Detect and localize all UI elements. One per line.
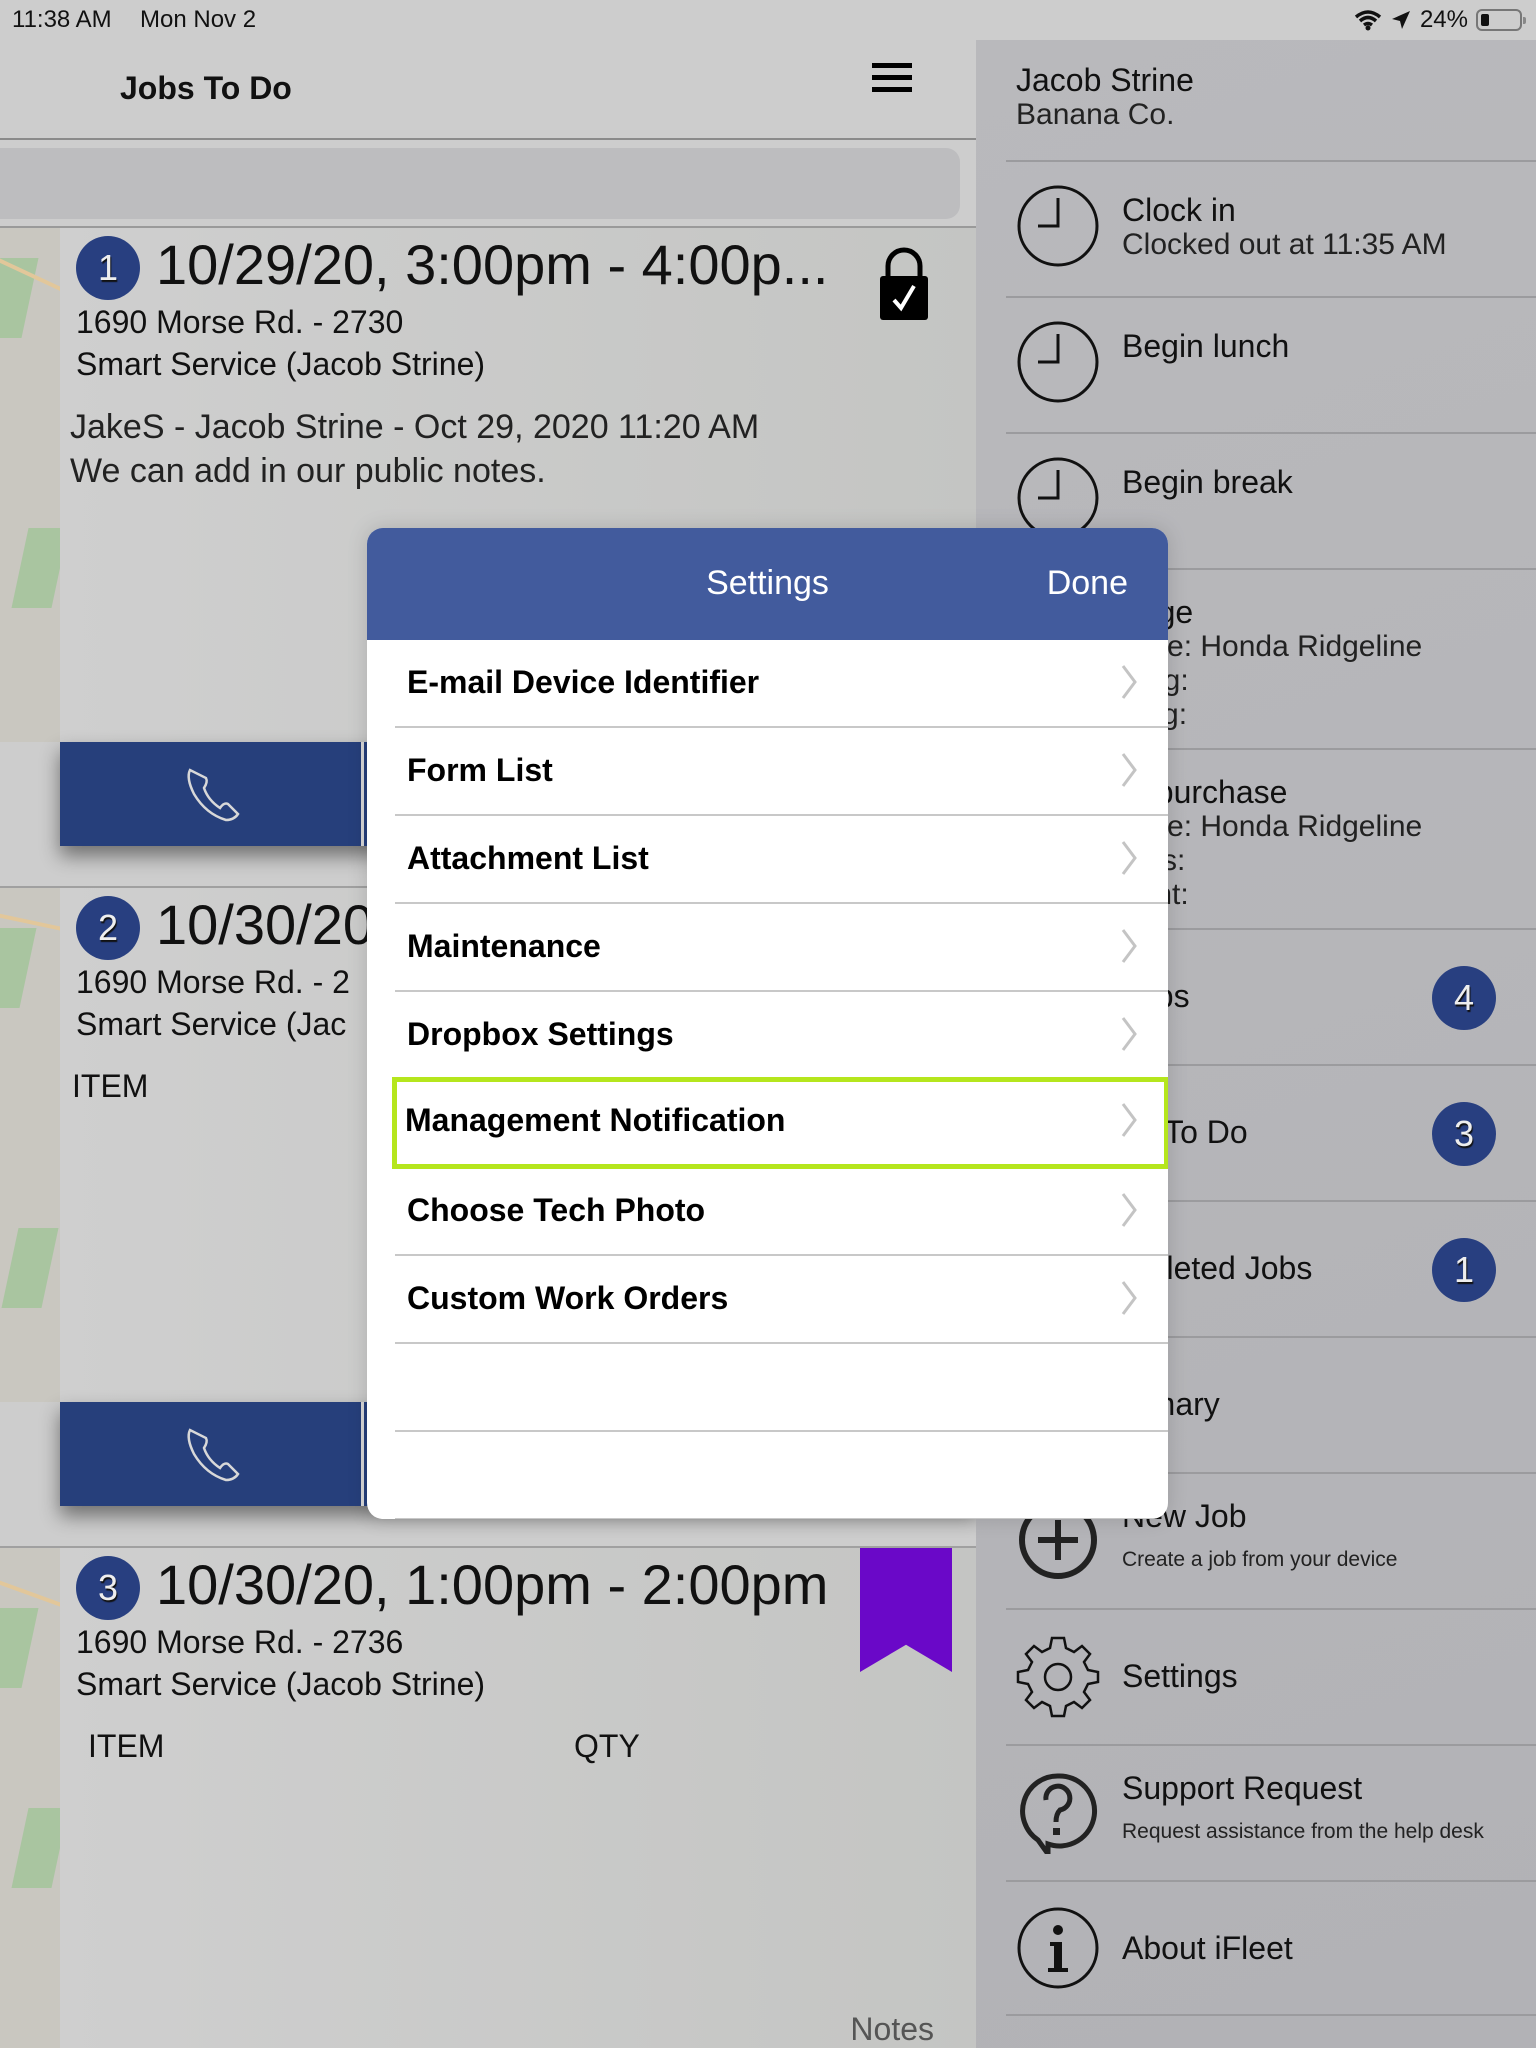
job-technician: Smart Service (Jac [76,1006,347,1042]
sidebar-item-begin-lunch[interactable]: Begin lunch [1006,296,1536,432]
settings-item-label: Dropbox Settings [407,1016,674,1052]
hamburger-icon[interactable] [872,56,912,96]
settings-item-label: Management Notification [405,1102,786,1138]
settings-item-empty [395,1432,1168,1519]
sidebar-item-subtitle: Clocked out at 11:35 AM [1122,228,1447,261]
count-badge: 4 [1432,966,1496,1030]
job-time: 10/29/20, 3:00pm - 4:00p... [156,233,829,296]
job-number-badge: 3 [76,1556,140,1620]
settings-item-label: Custom Work Orders [407,1280,729,1316]
chevron-right-icon [1121,665,1137,699]
settings-item-label: Form List [407,752,553,788]
call-button[interactable] [60,742,364,846]
settings-item-label: Maintenance [407,928,601,964]
battery-icon [1476,9,1526,31]
clock-icon [1017,185,1099,267]
phone-icon [187,768,240,822]
chevron-right-icon [1121,841,1137,875]
sidebar-item-label: Clock in [1122,192,1236,228]
bookmark-icon [860,1548,952,1672]
chevron-right-icon [1121,1281,1137,1315]
count-badge: 3 [1432,1102,1496,1166]
chevron-right-icon [1121,929,1137,963]
settings-item-label: Attachment List [407,840,649,876]
map-thumbnail [0,888,60,1402]
job-technician: Smart Service (Jacob Strine) [76,346,486,382]
chevron-right-icon [1121,1103,1137,1137]
sidebar-item-label: Support Request [1122,1770,1363,1806]
settings-modal: Settings Done E-mail Device Identifier Fo… [367,528,1168,1519]
job-number-badge: 2 [76,896,140,960]
done-button[interactable]: Done [1047,564,1128,603]
job-card[interactable]: 3 10/30/20, 1:00pm - 2:00pm 1690 Morse R… [0,1548,976,2048]
settings-item-form-list[interactable]: Form List [395,728,1168,816]
status-date: Mon Nov 2 [140,6,257,33]
wifi-icon [1354,10,1382,31]
qty-column-header: QTY [574,1728,640,1764]
job-note-header: JakeS - Jacob Strine - Oct 29, 2020 11:2… [70,408,760,446]
notes-label[interactable]: Notes [850,2011,934,2048]
job-address: 1690 Morse Rd. - 2 [76,964,350,1000]
battery-percent: 24% [1419,6,1468,33]
settings-item-attachment-list[interactable]: Attachment List [395,816,1168,904]
job-address: 1690 Morse Rd. - 2730 [76,304,404,340]
settings-item-management-notification[interactable]: Management Notification [392,1077,1168,1169]
sidebar-item-subtitle: Create a job from your device [1122,1548,1398,1571]
item-column-header: ITEM [72,1068,149,1104]
sidebar-item-label: Begin lunch [1122,328,1290,364]
job-address: 1690 Morse Rd. - 2736 [76,1624,404,1660]
clock-icon [1017,321,1099,403]
sidebar-item-clock-in[interactable]: Clock in Clocked out at 11:35 AM [1006,160,1536,296]
user-name: Jacob Strine [1016,62,1194,98]
map-thumbnail [0,228,60,742]
gear-icon [1016,1636,1100,1718]
call-button[interactable] [60,1402,364,1506]
settings-item-dropbox-settings[interactable]: Dropbox Settings [395,992,1168,1080]
job-time: 10/30/20 [156,893,374,956]
company-name: Banana Co. [1016,98,1175,131]
sidebar-item-label: Begin break [1122,464,1293,500]
count-badge: 1 [1432,1238,1496,1302]
status-time: 11:38 AM [12,6,112,33]
settings-item-e-mail-device-identifier[interactable]: E-mail Device Identifier [395,640,1168,728]
job-technician: Smart Service (Jacob Strine) [76,1666,486,1702]
modal-header: Settings Done [367,528,1168,640]
settings-item-empty [395,1344,1168,1432]
location-arrow-icon [1391,11,1410,29]
main-header: Jobs To Do [0,40,976,140]
page-title: Jobs To Do [120,70,292,106]
lock-check-icon [880,247,928,320]
settings-item-label: E-mail Device Identifier [407,664,760,700]
settings-item-choose-tech-photo[interactable]: Choose Tech Photo [395,1168,1168,1256]
search-bar[interactable] [0,148,960,219]
question-bubble-icon [1020,1773,1098,1854]
info-icon [1017,1907,1099,1989]
settings-item-maintenance[interactable]: Maintenance [395,904,1168,992]
status-indicators: 24% [1354,6,1526,34]
sidebar-item-label: About iFleet [1122,1930,1293,1966]
item-column-header: ITEM [88,1728,165,1764]
job-time: 10/30/20, 1:00pm - 2:00pm [156,1553,829,1616]
status-bar: 11:38 AM Mon Nov 2 24% [0,0,1536,40]
sidebar-item-subtitle: Request assistance from the help desk [1122,1820,1484,1843]
chevron-right-icon [1121,753,1137,787]
sidebar-item-support-request[interactable]: Support Request Request assistance from … [1006,1744,1536,1880]
chevron-right-icon [1121,1193,1137,1227]
phone-icon [187,1428,240,1482]
chevron-right-icon [1121,1017,1137,1051]
sidebar-item-about[interactable]: About iFleet [1006,1880,1536,2016]
sidebar-item-label: Settings [1122,1658,1238,1694]
job-number-badge: 1 [76,236,140,300]
settings-item-custom-work-orders[interactable]: Custom Work Orders [395,1256,1168,1344]
settings-item-label: Choose Tech Photo [407,1192,706,1228]
sidebar-item-settings[interactable]: Settings [1006,1608,1536,1744]
map-thumbnail [0,1548,60,2048]
job-note-body: We can add in our public notes. [70,452,546,490]
